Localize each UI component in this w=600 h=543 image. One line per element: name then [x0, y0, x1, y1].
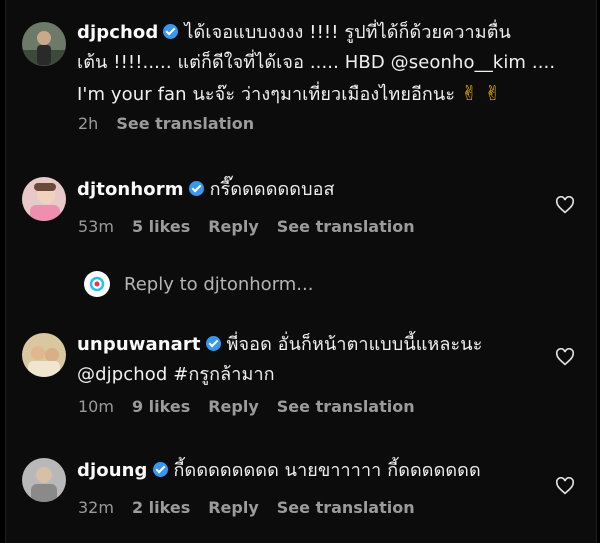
- username-unpuwanart[interactable]: unpuwanart: [77, 334, 201, 355]
- likes-count[interactable]: 2 likes: [132, 498, 190, 517]
- verified-badge-icon: [205, 336, 221, 351]
- avatar-image: [22, 22, 66, 66]
- comment-line-1: ได้เจอแบบงงงง !!!! รูปที่ได้ก็ด้วยความตื…: [184, 22, 511, 43]
- avatar-djtonhorm[interactable]: [22, 177, 66, 221]
- reply-app-icon: [84, 271, 110, 297]
- username-djtonhorm[interactable]: djtonhorm: [77, 179, 184, 200]
- comment-line-3: I'm your fan นะจ๊ะ ว่างๆมาเที่ยวเมืองไทย…: [77, 84, 456, 105]
- comment-time: 53m: [78, 217, 114, 236]
- comment-line-2: เต้น !!!!..... แต่ก็ดีใจที่ได้เจอ ..... …: [77, 52, 556, 73]
- comment-line-2: @djpchod #กรูกล้ามาก: [77, 364, 275, 385]
- victory-hand-emoji-icon: ✌ ✌: [460, 81, 502, 105]
- reply-button[interactable]: Reply: [208, 217, 259, 236]
- avatar-djoung[interactable]: [22, 458, 66, 502]
- comment-line-1: พี่จอด อั่นก็หน้าตาแบบนี้แหละนะ: [226, 334, 483, 355]
- comment-meta: 10m 9 likes Reply See translation: [78, 397, 433, 416]
- username-djpchod[interactable]: djpchod: [77, 22, 158, 43]
- heart-icon[interactable]: [555, 477, 575, 495]
- comment-meta: 53m 5 likes Reply See translation: [78, 217, 433, 236]
- avatar-image: [22, 177, 66, 221]
- comment-djpchod: djpchod ได้เจอแบบงงงง !!!! รูปที่ได้ก็ด้ว…: [77, 18, 555, 110]
- reply-button[interactable]: Reply: [208, 397, 259, 416]
- avatar-unpuwanart[interactable]: [22, 333, 66, 377]
- heart-icon[interactable]: [555, 348, 575, 366]
- avatar-djpchod[interactable]: [22, 22, 66, 66]
- reply-button[interactable]: Reply: [208, 498, 259, 517]
- see-translation-link[interactable]: See translation: [277, 498, 415, 517]
- see-translation-link[interactable]: See translation: [277, 217, 415, 236]
- comment-meta: 2h See translation: [78, 114, 272, 133]
- see-translation-link[interactable]: See translation: [116, 114, 254, 133]
- verified-badge-icon: [152, 462, 168, 477]
- comment-time: 10m: [78, 397, 114, 416]
- username-djoung[interactable]: djoung: [77, 460, 148, 481]
- comment-djtonhorm: djtonhorm กรี๊ดดดดดดบอส: [77, 175, 335, 205]
- verified-badge-icon: [163, 24, 179, 39]
- comment-time: 2h: [78, 114, 99, 133]
- comment-meta: 32m 2 likes Reply See translation: [78, 498, 433, 517]
- verified-badge-icon: [188, 181, 204, 196]
- reply-to-text: Reply to djtonhorm...: [124, 273, 314, 295]
- comment-line-1: กี้ดดดดดดดด นายขาาาาา กี้ดดดดดดด: [173, 460, 481, 481]
- comment-unpuwanart: unpuwanart พี่จอด อั่นก็หน้าตาแบบนี้แหละน…: [77, 330, 482, 390]
- comment-time: 32m: [78, 498, 114, 517]
- comment-djoung: djoung กี้ดดดดดดดด นายขาาาาา กี้ดดดดดดด: [77, 456, 481, 486]
- comments-panel: djpchod ได้เจอแบบงงงง !!!! รูปที่ได้ก็ด้ว…: [5, 0, 597, 543]
- comment-line-1: กรี๊ดดดดดดบอส: [209, 179, 335, 200]
- avatar-image: [22, 333, 66, 377]
- avatar-image: [22, 458, 66, 502]
- see-translation-link[interactable]: See translation: [277, 397, 415, 416]
- reply-to-prompt[interactable]: Reply to djtonhorm...: [84, 270, 313, 298]
- likes-count[interactable]: 5 likes: [132, 217, 190, 236]
- likes-count[interactable]: 9 likes: [132, 397, 190, 416]
- heart-icon[interactable]: [555, 196, 575, 214]
